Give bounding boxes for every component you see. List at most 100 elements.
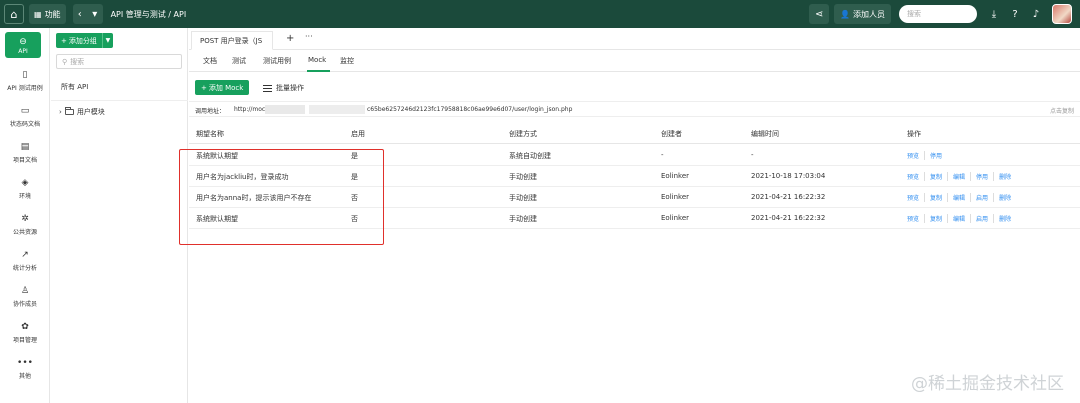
rail-item-status-codes[interactable]: ▭ 状态码文档	[0, 106, 50, 128]
row-actions: 预览 复制 编辑 启用 删除	[907, 193, 1016, 202]
download-icon[interactable]: ⤓	[985, 5, 1003, 23]
apps-label: 功能	[44, 9, 61, 19]
gear-icon: ✲	[21, 214, 29, 224]
divider	[51, 100, 188, 101]
share-icon[interactable]: ⋖	[809, 4, 830, 24]
row-actions: 预览 停用	[907, 151, 947, 160]
tab-mock[interactable]: Mock	[308, 56, 326, 64]
column-header-enabled: 启用	[351, 130, 365, 138]
call-url-prefix: http://mock	[234, 106, 269, 113]
edit-time: 2021-04-21 16:22:32	[751, 214, 826, 222]
copy-url-link[interactable]: 点击复制	[1050, 106, 1074, 115]
tab-docs[interactable]: 文档	[203, 56, 217, 66]
link-icon: ⊖	[19, 37, 27, 47]
create-method: 手动创建	[509, 173, 537, 181]
edit-link[interactable]: 编辑	[947, 172, 970, 181]
column-header-actions: 操作	[907, 130, 921, 138]
folder-icon	[64, 107, 74, 115]
add-group-button[interactable]: + 添加分组 ▼	[56, 33, 113, 48]
enable-link[interactable]: 启用	[970, 193, 993, 202]
edit-time: -	[751, 151, 754, 159]
edit-link[interactable]: 编辑	[947, 193, 970, 202]
rail-item-members[interactable]: ♙ 协作成员	[0, 286, 50, 308]
more-tabs-icon[interactable]: ···	[305, 32, 313, 41]
plus-icon: +	[61, 36, 67, 45]
global-search-input[interactable]: 搜索	[899, 5, 977, 23]
rail-item-test-cases[interactable]: ▯ API 测试用例	[0, 70, 50, 92]
expectation-name: 用户名为anna时，提示该用户不存在	[196, 194, 312, 202]
expectation-name: 系统默认期望	[196, 215, 238, 223]
rail-item-api[interactable]: ⊖ API	[5, 32, 41, 58]
watermark: @稀土掘金技术社区	[911, 374, 1064, 394]
back-icon[interactable]: ‹	[78, 9, 82, 20]
rail-item-project-management[interactable]: ✿ 项目管理	[0, 322, 50, 344]
rail-item-environment[interactable]: ◈ 环境	[0, 178, 50, 200]
sub-tab-bar: 文档 测试 测试用例 Mock 监控	[189, 50, 1080, 72]
table-row: 用户名为anna时，提示该用户不存在 否 手动创建 Eolinker 2021-…	[189, 187, 1080, 208]
preview-link[interactable]: 预览	[907, 214, 924, 223]
add-member-button[interactable]: 👤 添加人员	[834, 4, 891, 24]
row-actions: 预览 复制 编辑 启用 删除	[907, 214, 1016, 223]
tab-post-user-login[interactable]: POST 用户登录（JS	[191, 31, 273, 50]
dropdown-icon[interactable]: ▾	[92, 9, 97, 20]
breadcrumb: API 管理与测试 / API	[110, 9, 187, 19]
edit-time: 2021-10-18 17:03:04	[751, 172, 826, 180]
help-icon[interactable]: ?	[1006, 5, 1024, 23]
rail-item-statistics[interactable]: ↗ 统计分析	[0, 250, 50, 272]
edit-link[interactable]: 编辑	[947, 214, 970, 223]
delete-link[interactable]: 删除	[993, 172, 1016, 181]
api-tree-panel: + 添加分组 ▼ ⚲ 搜索 所有 API › 用户模块	[51, 28, 188, 403]
expectation-name: 用户名为jackliu时，登录成功	[196, 173, 289, 181]
add-mock-button[interactable]: + 添加 Mock	[195, 80, 250, 95]
call-url-label: 调用地址：	[195, 108, 226, 115]
settings-icon: ✿	[21, 322, 29, 332]
tree-search-input[interactable]: ⚲ 搜索	[56, 54, 182, 69]
preview-link[interactable]: 预览	[907, 193, 924, 202]
disable-link[interactable]: 停用	[924, 151, 947, 160]
member-icon: ♙	[20, 286, 30, 296]
table-row: 系统默认期望 否 手动创建 Eolinker 2021-04-21 16:22:…	[189, 208, 1080, 229]
creator: Eolinker	[661, 214, 690, 222]
preview-link[interactable]: 预览	[907, 172, 924, 181]
creator: -	[661, 151, 664, 159]
enable-link[interactable]: 启用	[970, 214, 993, 223]
disable-link[interactable]: 停用	[970, 172, 993, 181]
environment-icon: ◈	[21, 178, 29, 188]
main-panel: POST 用户登录（JS + ··· 文档 测试 测试用例 Mock 监控 + …	[189, 28, 1080, 403]
avatar[interactable]	[1052, 4, 1072, 24]
copy-link[interactable]: 复制	[924, 193, 947, 202]
rail-item-public-resources[interactable]: ✲ 公共资源	[0, 214, 50, 236]
tab-test[interactable]: 测试	[232, 56, 246, 66]
column-header-method: 创建方式	[509, 130, 537, 138]
call-url-value: c65be6257246d2123fc17958818c06ae99e6d07/…	[367, 106, 573, 113]
delete-link[interactable]: 删除	[993, 193, 1016, 202]
grid-icon: ▦	[34, 9, 42, 19]
batch-operation-button[interactable]: 批量操作	[263, 83, 304, 93]
active-tab-indicator	[307, 70, 330, 72]
list-icon	[263, 84, 272, 92]
status-code-icon: ▭	[20, 106, 30, 116]
table-row: 用户名为jackliu时，登录成功 是 手动创建 Eolinker 2021-1…	[189, 166, 1080, 187]
notification-bell-icon[interactable]: ♪	[1027, 5, 1045, 23]
create-method: 系统自动创建	[509, 152, 551, 160]
delete-link[interactable]: 删除	[993, 214, 1016, 223]
tab-monitor[interactable]: 监控	[340, 56, 354, 66]
rail-item-other[interactable]: ••• 其他	[0, 358, 50, 380]
row-actions: 预览 复制 编辑 停用 删除	[907, 172, 1016, 181]
copy-link[interactable]: 复制	[924, 172, 947, 181]
tree-item-user-module[interactable]: › 用户模块	[59, 107, 105, 117]
home-icon[interactable]: ⌂	[4, 4, 24, 24]
test-case-icon: ▯	[22, 70, 28, 80]
add-tab-icon[interactable]: +	[286, 33, 294, 44]
enabled-value: 是	[351, 173, 358, 181]
add-user-icon: 👤	[840, 9, 850, 19]
tab-test-cases[interactable]: 测试用例	[263, 56, 291, 66]
apps-menu-button[interactable]: ▦ 功能	[29, 4, 66, 24]
copy-link[interactable]: 复制	[924, 214, 947, 223]
tree-item-all-api[interactable]: 所有 API	[61, 82, 88, 92]
rail-item-project-docs[interactable]: ▤ 项目文档	[0, 142, 50, 164]
chevron-down-icon[interactable]: ▼	[101, 33, 113, 48]
enabled-value: 是	[351, 152, 358, 160]
column-header-creator: 创建者	[661, 130, 682, 138]
preview-link[interactable]: 预览	[907, 151, 924, 160]
